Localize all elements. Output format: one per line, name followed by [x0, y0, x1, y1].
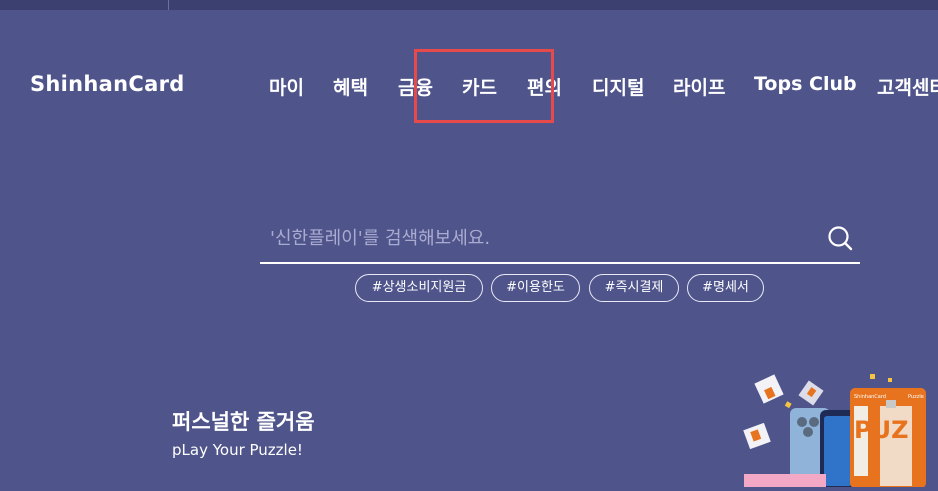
- promo-title: 퍼스널한 즐거움: [172, 410, 315, 434]
- search-icon[interactable]: [826, 224, 854, 252]
- top-utility-bar: [0, 0, 938, 10]
- nav-item-benefits[interactable]: 혜택: [333, 73, 368, 100]
- main-navigation: 마이 혜택 금융 카드 편의 디지털 라이프 Tops Club 고객센터: [0, 73, 938, 101]
- card-brand-text: ShinhanCard: [854, 394, 886, 400]
- tag-statement[interactable]: #명세서: [687, 274, 764, 302]
- card-name-text: Puzzle: [908, 394, 924, 400]
- puzzle-card-illustration[interactable]: ShinhanCard Puzzle PUZ: [730, 360, 938, 488]
- search-bar: [260, 218, 860, 264]
- nav-item-convenience[interactable]: 편의: [527, 73, 562, 100]
- puzzle-piece-icon: [743, 422, 771, 450]
- hashtag-list: #상생소비지원금 #이용한도 #즉시결제 #명세서: [0, 274, 938, 304]
- tag-instant-payment[interactable]: #즉시결제: [589, 274, 679, 302]
- nav-item-customer-center[interactable]: 고객센터: [877, 73, 938, 100]
- nav-item-digital[interactable]: 디지털: [592, 73, 644, 100]
- promo-subtitle: pLay Your Puzzle!: [172, 441, 303, 459]
- nav-item-card[interactable]: 카드: [462, 73, 497, 100]
- puzzle-piece-icon: [754, 374, 784, 404]
- top-bar-divider: [168, 0, 169, 10]
- search-input[interactable]: [268, 222, 812, 254]
- nav-item-tops-club[interactable]: Tops Club: [754, 73, 857, 95]
- nav-item-life[interactable]: 라이프: [673, 73, 725, 100]
- puzzle-piece-icon: [798, 380, 824, 406]
- tag-usage-limit[interactable]: #이용한도: [491, 274, 580, 302]
- nav-item-my[interactable]: 마이: [269, 73, 304, 100]
- card-puzzle-text: PUZ: [854, 416, 908, 444]
- nav-item-finance[interactable]: 금융: [398, 73, 433, 100]
- tag-consumption-support[interactable]: #상생소비지원금: [355, 274, 483, 302]
